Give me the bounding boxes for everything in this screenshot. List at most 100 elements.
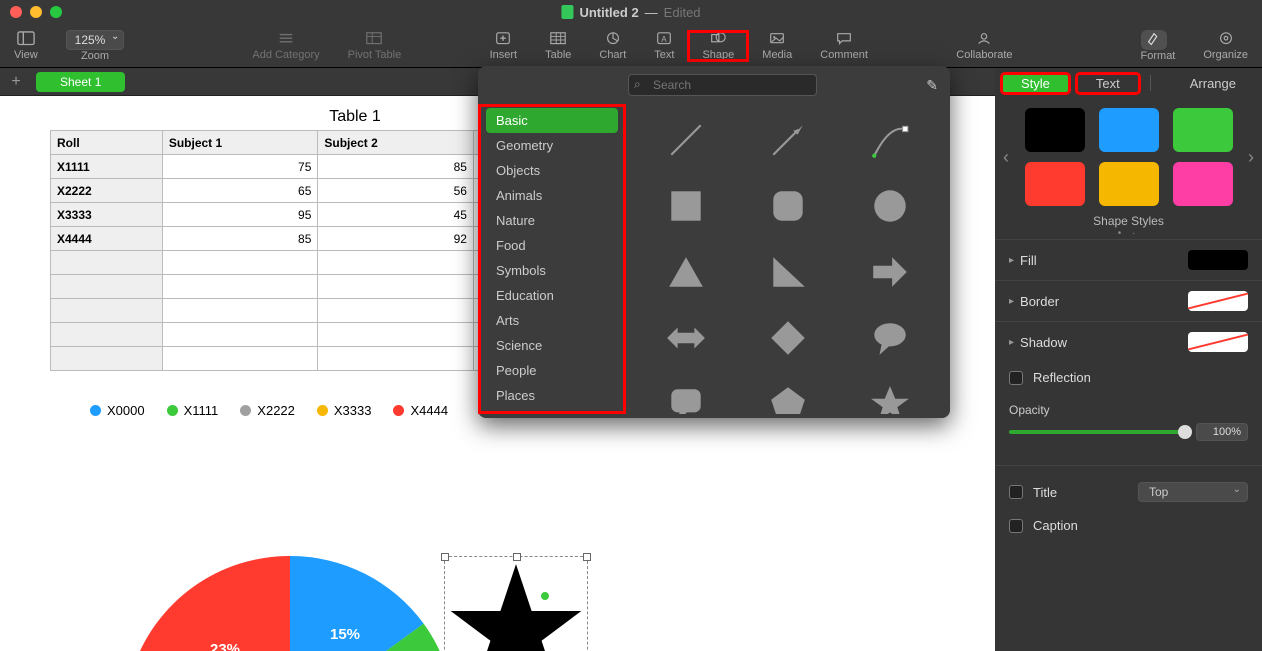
swatch-red[interactable] <box>1025 162 1085 206</box>
view-button[interactable]: View <box>0 31 52 61</box>
shape-line[interactable] <box>638 110 734 170</box>
border-group[interactable]: ▸ Border <box>995 280 1262 321</box>
title-checkbox[interactable] <box>1009 485 1023 499</box>
shape-cat-science[interactable]: Science <box>486 333 618 358</box>
col-sub1[interactable]: Subject 1 <box>162 131 318 155</box>
shape-cat-food[interactable]: Food <box>486 233 618 258</box>
organize-button[interactable]: Organize <box>1189 31 1262 61</box>
maximize-button[interactable] <box>50 6 62 18</box>
shape-rounded-square[interactable] <box>740 176 836 236</box>
shape-styles-label: Shape Styles <box>995 214 1262 228</box>
table-button[interactable]: Table <box>531 31 585 61</box>
title-position-select[interactable]: Top <box>1138 482 1248 502</box>
pie-chart[interactable]: 23% 15% 20% <box>125 556 455 651</box>
shape-cat-education[interactable]: Education <box>486 283 618 308</box>
minimize-button[interactable] <box>30 6 42 18</box>
add-category-button[interactable]: Add Category <box>238 31 333 61</box>
shape-popover: ⌕ ✎ Basic Geometry Objects Animals Natur… <box>478 66 950 418</box>
collaborate-icon <box>975 31 993 47</box>
shape-cat-objects[interactable]: Objects <box>486 158 618 183</box>
table-icon <box>549 31 567 47</box>
resize-handle[interactable] <box>441 553 449 561</box>
tab-arrange[interactable]: Arrange <box>1170 73 1256 94</box>
shape-arrow-right[interactable] <box>842 242 938 302</box>
comment-button[interactable]: Comment <box>806 31 882 61</box>
shape-speech-bubble[interactable] <box>842 308 938 368</box>
shape-curve[interactable] <box>842 110 938 170</box>
legend-item: X4444 <box>393 403 448 418</box>
pivot-table-button[interactable]: Pivot Table <box>334 31 416 61</box>
border-swatch[interactable] <box>1188 291 1248 311</box>
insert-button[interactable]: Insert <box>476 31 532 61</box>
shape-star[interactable] <box>842 374 938 414</box>
chevron-right-icon: ▸ <box>1009 255 1014 266</box>
media-button[interactable]: Media <box>748 31 806 61</box>
chart-button[interactable]: Chart <box>585 31 640 61</box>
shape-cat-people[interactable]: People <box>486 358 618 383</box>
swatch-yellow[interactable] <box>1099 162 1159 206</box>
reflection-checkbox[interactable] <box>1009 371 1023 385</box>
caption-checkbox[interactable] <box>1009 519 1023 533</box>
titlebar: Untitled 2 — Edited <box>0 0 1262 24</box>
resize-handle[interactable] <box>513 553 521 561</box>
tab-separator <box>1150 75 1151 91</box>
opacity-slider[interactable] <box>1009 430 1186 434</box>
legend-item: X2222 <box>240 403 295 418</box>
shape-category-list: Basic Geometry Objects Animals Nature Fo… <box>478 104 626 414</box>
sheet-tab-1[interactable]: Sheet 1 <box>36 72 125 92</box>
resize-handle[interactable] <box>583 553 591 561</box>
zoom-select[interactable]: 125% <box>66 30 125 50</box>
tab-style[interactable]: Style <box>1001 73 1070 94</box>
col-roll[interactable]: Roll <box>51 131 163 155</box>
text-button[interactable]: A Text <box>640 31 688 61</box>
shape-diamond[interactable] <box>740 308 836 368</box>
slider-thumb[interactable] <box>1178 425 1192 439</box>
col-sub2[interactable]: Subject 2 <box>318 131 474 155</box>
shape-search-input[interactable] <box>628 74 817 96</box>
swatch-black[interactable] <box>1025 108 1085 152</box>
shadow-group[interactable]: ▸ Shadow <box>995 321 1262 362</box>
swatch-blue[interactable] <box>1099 108 1159 152</box>
shape-cat-nature[interactable]: Nature <box>486 208 618 233</box>
shape-button[interactable]: Shape <box>688 31 748 61</box>
swatch-green[interactable] <box>1173 108 1233 152</box>
tab-text[interactable]: Text <box>1076 73 1140 94</box>
shape-cat-symbols[interactable]: Symbols <box>486 258 618 283</box>
swatch-next[interactable]: › <box>1244 147 1258 168</box>
shape-callout[interactable] <box>638 374 734 414</box>
shape-arrow-leftright[interactable] <box>638 308 734 368</box>
shape-triangle[interactable] <box>638 242 734 302</box>
swatch-prev[interactable]: ‹ <box>999 147 1013 168</box>
zoom-control[interactable]: 125% Zoom <box>52 30 139 62</box>
rotation-handle[interactable] <box>541 592 549 600</box>
fill-group[interactable]: ▸ Fill <box>995 239 1262 280</box>
shape-cat-geometry[interactable]: Geometry <box>486 133 618 158</box>
shape-pentagon[interactable] <box>740 374 836 414</box>
shape-cat-basic[interactable]: Basic <box>486 108 618 133</box>
shape-cat-places[interactable]: Places <box>486 383 618 408</box>
view-icon <box>17 31 35 47</box>
shape-style-swatches <box>1025 108 1233 206</box>
shape-arrow-line[interactable] <box>740 110 836 170</box>
close-button[interactable] <box>10 6 22 18</box>
shape-cat-arts[interactable]: Arts <box>486 308 618 333</box>
selected-star-shape[interactable] <box>444 556 588 651</box>
swatch-pink[interactable] <box>1173 162 1233 206</box>
draw-shape-button[interactable]: ✎ <box>926 77 938 94</box>
fill-swatch[interactable] <box>1188 250 1248 270</box>
shadow-swatch[interactable] <box>1188 332 1248 352</box>
shape-cat-animals[interactable]: Animals <box>486 183 618 208</box>
shape-circle[interactable] <box>842 176 938 236</box>
opacity-value[interactable]: 100% <box>1196 423 1248 441</box>
text-icon: A <box>655 31 673 47</box>
add-sheet-button[interactable]: + <box>4 73 28 91</box>
shape-cat-activities[interactable]: Activities <box>486 408 618 414</box>
shape-square[interactable] <box>638 176 734 236</box>
insert-icon <box>494 31 512 47</box>
collaborate-button[interactable]: Collaborate <box>942 31 1026 61</box>
shape-search-row: ⌕ ✎ <box>628 74 938 96</box>
format-button[interactable]: Format <box>1127 30 1190 62</box>
shape-right-triangle[interactable] <box>740 242 836 302</box>
title-row: Title Top <box>995 474 1262 510</box>
media-icon <box>768 31 786 47</box>
